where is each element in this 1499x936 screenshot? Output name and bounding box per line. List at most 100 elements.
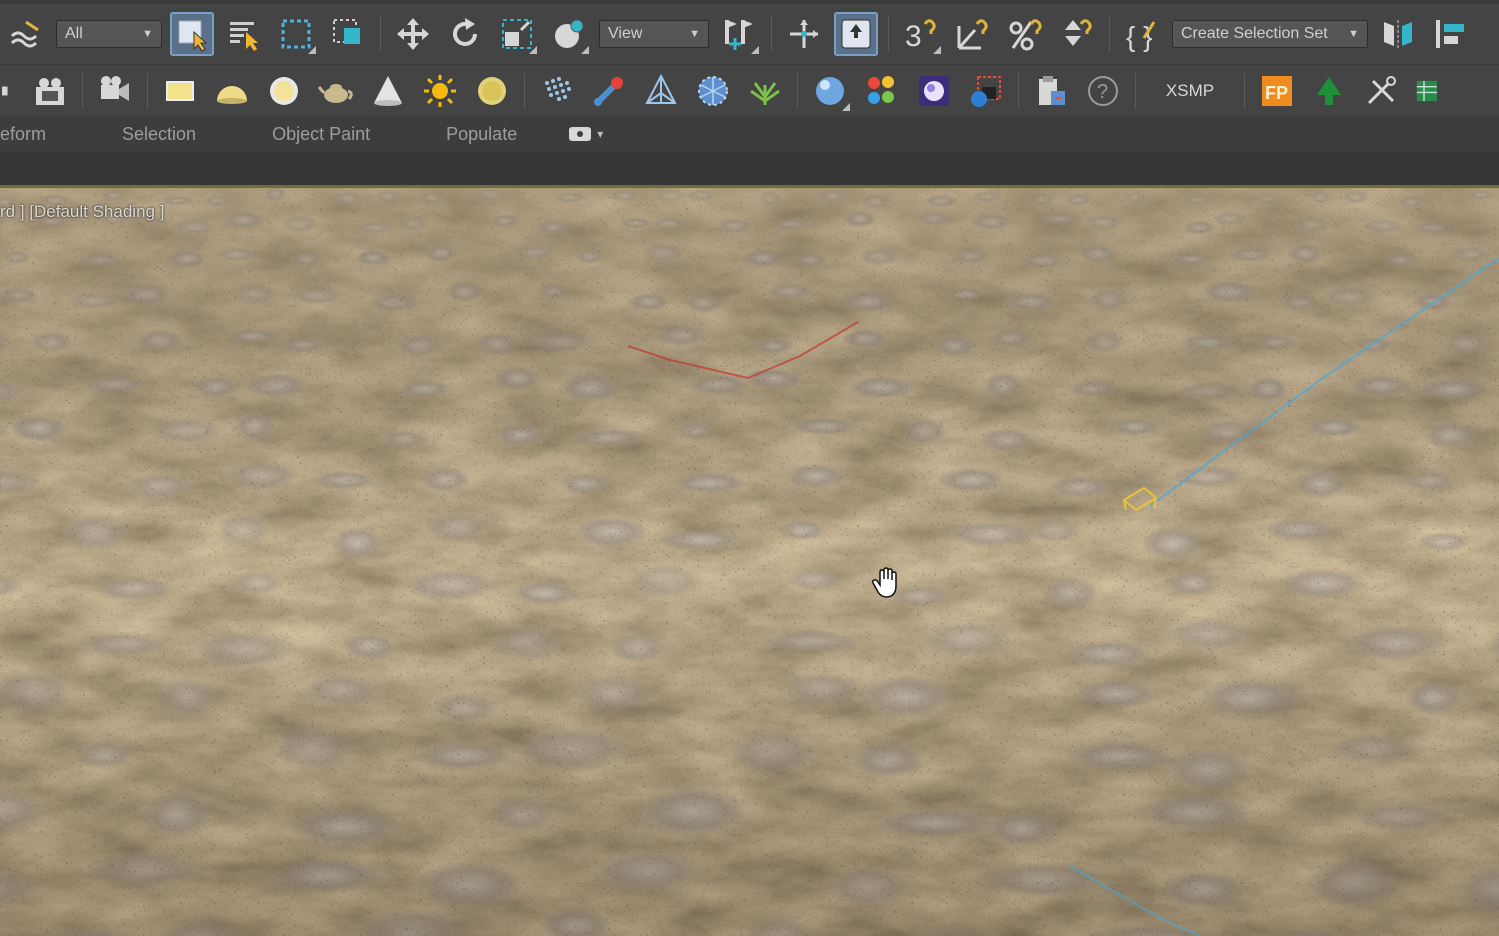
mirror-button[interactable] [1376, 12, 1420, 56]
sphere-button[interactable] [262, 69, 306, 113]
snaps-number: 3 [905, 20, 922, 52]
ribbon-options-button[interactable]: ▾ [569, 127, 603, 141]
named-selection-icon: { } [1126, 21, 1156, 52]
bone-tools-button[interactable] [587, 69, 631, 113]
skylight-button[interactable] [470, 69, 514, 113]
hemisphere-icon [217, 85, 247, 104]
geosphere-button[interactable] [691, 69, 735, 113]
pan-hand-cursor-icon [872, 567, 897, 598]
svg-text:?: ? [1097, 81, 1108, 103]
tab-freeform[interactable]: eform [0, 124, 46, 145]
chevron-down-icon: ▾ [597, 127, 604, 141]
clipboard-button[interactable] [1029, 69, 1073, 113]
select-by-name-button[interactable] [222, 12, 266, 56]
named-selection-set-dropdown[interactable]: Create Selection Set ▼ [1172, 20, 1368, 48]
selection-filter-value: All [65, 25, 83, 42]
railclone-tree-button[interactable] [1307, 69, 1351, 113]
create-camera-button[interactable] [93, 69, 137, 113]
xsmp-plugin-button[interactable]: XSMP [1142, 81, 1238, 101]
spinner-snap-icon [1065, 19, 1092, 46]
scene-explorer-button[interactable] [28, 69, 72, 113]
select-and-scale-button[interactable] [495, 12, 539, 56]
perspective-viewport[interactable]: rd ] [Default Shading ] [0, 188, 1499, 936]
flyout-corner-icon [308, 46, 316, 54]
forest-pack-button[interactable]: FP [1255, 69, 1299, 113]
spreadsheet-icon [1416, 80, 1437, 101]
teapot-icon [318, 83, 353, 103]
align-button[interactable] [1428, 12, 1472, 56]
slate-material-editor-button[interactable] [860, 69, 904, 113]
dummy-helper-button[interactable] [639, 69, 683, 113]
terrain-ground-render [0, 188, 1499, 936]
fp-label: FP [1265, 83, 1288, 103]
partial-button-icon[interactable] [2, 69, 22, 113]
render-teapot-icon [919, 75, 949, 106]
foliage-button[interactable] [743, 69, 787, 113]
rectangular-selection-region-button[interactable] [274, 12, 318, 56]
ribbon-tab-bar: eform Selection Object Paint Populate ▾ [0, 116, 1499, 152]
tools-icon [1367, 75, 1396, 104]
flyout-corner-icon [751, 46, 759, 54]
select-and-move-button[interactable] [391, 12, 435, 56]
cone-button[interactable] [366, 69, 410, 113]
scene-explorer-icon [36, 77, 64, 105]
angle-snap-icon [957, 19, 988, 50]
toolbar-separator [1135, 72, 1136, 109]
toolbar-separator [771, 16, 772, 52]
ribbon-toggle-icon [569, 127, 592, 141]
hemisphere-button[interactable] [210, 69, 254, 113]
skylight-icon [478, 76, 506, 105]
help-button[interactable]: ? [1081, 69, 1125, 113]
material-editor-button[interactable] [808, 69, 852, 113]
tree-icon [1317, 76, 1341, 105]
select-object-button[interactable] [170, 12, 214, 56]
select-and-place-button[interactable] [547, 12, 591, 56]
sun-light-button[interactable] [418, 69, 462, 113]
snaps-toggle-button[interactable]: 3 [899, 12, 943, 56]
clipboard-icon [1039, 75, 1065, 105]
toolbar-separator [147, 72, 148, 109]
chevron-down-icon: ▼ [1348, 28, 1359, 40]
render-setup-button[interactable] [912, 69, 956, 113]
bind-space-warp-icon[interactable] [4, 12, 48, 56]
toolbar-separator [82, 72, 83, 109]
keyboard-shortcut-override-button[interactable] [834, 12, 878, 56]
spinner-snap-toggle-button[interactable] [1055, 12, 1099, 56]
window-crossing-button[interactable] [326, 12, 370, 56]
toolbar-separator [888, 16, 889, 52]
edit-named-selection-sets-button[interactable]: { } [1120, 12, 1164, 56]
tab-populate[interactable]: Populate [446, 124, 517, 145]
chevron-down-icon: ▼ [142, 28, 153, 40]
particle-system-button[interactable] [535, 69, 579, 113]
bone-icon [594, 76, 623, 106]
use-pivot-point-center-button[interactable] [717, 12, 761, 56]
tab-selection[interactable]: Selection [122, 124, 196, 145]
toolbar-separator [1244, 72, 1245, 109]
window-crossing-icon [333, 19, 360, 44]
toolbar-separator [797, 72, 798, 109]
chevron-down-icon: ▼ [689, 28, 700, 40]
render-frame-icon [971, 75, 1001, 107]
geosphere-icon [698, 75, 728, 106]
angle-snap-toggle-button[interactable] [951, 12, 995, 56]
tab-object-paint[interactable]: Object Paint [272, 124, 370, 145]
render-frame-window-button[interactable] [964, 69, 1008, 113]
ribbon-panel [0, 152, 1499, 185]
main-toolbar: All ▼ View ▼ 3 {} Create Selection Set … [0, 0, 1499, 64]
select-and-rotate-button[interactable] [443, 12, 487, 56]
teapot-button[interactable] [314, 69, 358, 113]
selection-filter-dropdown[interactable]: All ▼ [56, 20, 162, 48]
flyout-corner-icon [933, 46, 941, 54]
viewport-label[interactable]: rd ] [Default Shading ] [0, 202, 164, 222]
cone-icon [374, 75, 402, 106]
percent-snap-toggle-button[interactable] [1003, 12, 1047, 56]
reference-coordinate-dropdown[interactable]: View ▼ [599, 20, 709, 48]
help-icon: ? [1088, 75, 1118, 106]
tools-button[interactable] [1359, 69, 1403, 113]
select-by-name-icon [230, 22, 258, 51]
named-selection-set-value: Create Selection Set [1181, 25, 1328, 42]
spreadsheet-button[interactable] [1411, 69, 1437, 113]
plane-button[interactable] [158, 69, 202, 113]
select-and-manipulate-button[interactable] [782, 12, 826, 56]
rotate-icon [453, 18, 477, 46]
